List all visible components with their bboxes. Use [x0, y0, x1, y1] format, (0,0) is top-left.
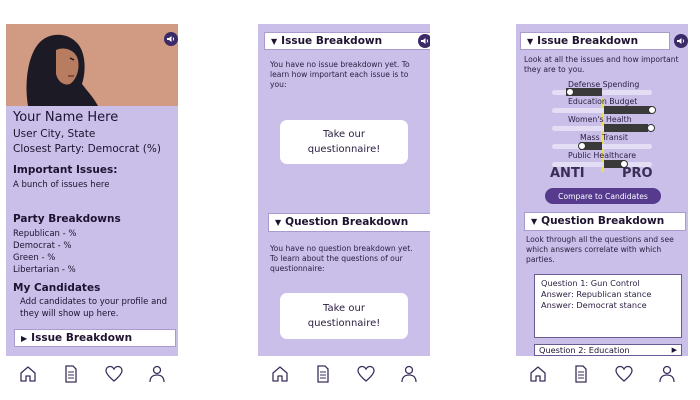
- speaker-icon[interactable]: [164, 32, 178, 46]
- take-questionnaire-button-2[interactable]: Take our questionnaire!: [280, 293, 408, 339]
- issue-breakdown-header[interactable]: ▼ Issue Breakdown: [520, 32, 670, 50]
- speaker-icon[interactable]: [418, 34, 430, 48]
- question-empty-text-2: To learn about the questions of our: [270, 254, 403, 263]
- questionnaire-line-1: Take our: [323, 303, 365, 314]
- issue-breakdown-label: Issue Breakdown: [537, 35, 639, 47]
- take-questionnaire-button[interactable]: Take our questionnaire!: [280, 120, 408, 164]
- closest-party: Closest Party: Democrat (%): [13, 143, 161, 155]
- avatar-illustration: [6, 24, 178, 106]
- question-intro-2: which answers correlate with which: [526, 245, 662, 254]
- issue-breakdown-title: ▼ Issue Breakdown: [271, 35, 382, 47]
- user-location: User City, State: [13, 128, 96, 140]
- issue-label-womens-health: Women's Health: [568, 115, 632, 124]
- bottom-nav: [258, 360, 430, 388]
- party-breakdowns-heading: Party Breakdowns: [13, 213, 121, 225]
- issue-intro-1: Look at all the issues and how important: [524, 55, 679, 64]
- issue-breakdown-title: ▼ Issue Breakdown: [527, 35, 638, 47]
- party-republican: Republican - %: [13, 229, 77, 239]
- home-icon[interactable]: [270, 364, 290, 384]
- important-issues-text: A bunch of issues here: [13, 180, 110, 190]
- question-1-answer-1: Answer: Republican stance: [541, 289, 652, 299]
- question-1-answer-2: Answer: Democrat stance: [541, 300, 647, 310]
- profile-screen: Your Name Here User City, State Closest …: [6, 24, 178, 356]
- my-candidates-text-2: they will show up here.: [20, 309, 119, 319]
- question-2-title: Question 2: Education: [539, 345, 630, 355]
- compare-to-candidates-button[interactable]: Compare to Candidates: [545, 188, 661, 204]
- user-icon[interactable]: [657, 364, 677, 384]
- questionnaire-line-2: questionnaire!: [307, 144, 381, 155]
- issue-intro-2: they are to you.: [524, 65, 585, 74]
- question-breakdown-title: ▼ Question Breakdown: [275, 216, 408, 228]
- issue-empty-text-2: learn how important each issue is to: [270, 70, 409, 79]
- user-name: Your Name Here: [13, 110, 119, 125]
- question-breakdown-title: ▼ Question Breakdown: [531, 215, 664, 227]
- issue-label-mass-transit: Mass Transit: [580, 133, 628, 142]
- profile-hero-image: [6, 24, 178, 106]
- speaker-icon[interactable]: [674, 34, 688, 48]
- issue-bar-education: [604, 106, 652, 114]
- issue-label-education: Education Budget: [568, 97, 638, 106]
- question-1-card[interactable]: Question 1: Gun Control Answer: Republic…: [534, 274, 682, 338]
- question-2-card[interactable]: Question 2: Education ▶: [534, 344, 682, 356]
- user-icon[interactable]: [147, 364, 167, 384]
- bottom-nav: [6, 360, 178, 388]
- issue-knob-defense[interactable]: [566, 88, 574, 96]
- questionnaire-line-1: Take our: [323, 129, 365, 140]
- party-libertarian: Libertarian - %: [13, 265, 76, 275]
- party-green: Green - %: [13, 253, 56, 263]
- user-icon[interactable]: [399, 364, 419, 384]
- issue-knob-education[interactable]: [648, 106, 656, 114]
- issue-empty-text-1: You have no issue breakdown yet. To: [270, 60, 410, 69]
- heart-icon[interactable]: [104, 364, 124, 384]
- issue-breakdown-title: ▶ Issue Breakdown: [21, 332, 132, 344]
- questionnaire-line-2: questionnaire!: [307, 318, 381, 329]
- issue-breakdown-label: Issue Breakdown: [31, 332, 133, 344]
- anti-label: ANTI: [550, 166, 585, 181]
- caret-down-icon: ▼: [531, 217, 538, 226]
- my-candidates-text-1: Add candidates to your profile and: [20, 297, 168, 307]
- issue-breakdown-toggle[interactable]: ▶ Issue Breakdown: [14, 329, 176, 347]
- question-1-title: Question 1: Gun Control: [541, 278, 640, 288]
- document-icon[interactable]: [61, 364, 81, 384]
- breakdown-empty-screen: ▼ Issue Breakdown You have no issue break…: [258, 24, 430, 356]
- issue-knob-womens-health[interactable]: [647, 124, 655, 132]
- question-empty-text-3: questionnaire:: [270, 264, 325, 273]
- bottom-nav: [516, 360, 688, 388]
- question-intro-3: parties.: [526, 255, 555, 264]
- caret-down-icon: ▼: [527, 37, 534, 46]
- issue-breakdown-label: Issue Breakdown: [281, 35, 383, 47]
- heart-icon[interactable]: [614, 364, 634, 384]
- question-breakdown-label: Question Breakdown: [285, 216, 409, 228]
- heart-icon[interactable]: [356, 364, 376, 384]
- issue-bar-womens-health: [604, 124, 648, 132]
- party-democrat: Democrat - %: [13, 241, 72, 251]
- issue-empty-text-3: you:: [270, 80, 287, 89]
- pro-label: PRO: [622, 166, 653, 181]
- caret-right-icon: ▶: [671, 346, 677, 354]
- issue-knob-mass-transit[interactable]: [578, 142, 586, 150]
- issue-track-mass-transit: [552, 144, 652, 149]
- document-icon[interactable]: [313, 364, 333, 384]
- issue-breakdown-header[interactable]: ▼ Issue Breakdown: [264, 32, 430, 50]
- caret-down-icon: ▼: [271, 37, 278, 46]
- question-intro-1: Look through all the questions and see: [526, 235, 674, 244]
- question-breakdown-label: Question Breakdown: [541, 215, 665, 227]
- question-empty-text-1: You have no question breakdown yet.: [270, 244, 413, 253]
- issue-label-public-healthcare: Public Healthcare: [568, 151, 637, 160]
- question-breakdown-header[interactable]: ▼ Question Breakdown: [268, 213, 430, 232]
- document-icon[interactable]: [571, 364, 591, 384]
- question-breakdown-header[interactable]: ▼ Question Breakdown: [524, 212, 686, 231]
- breakdown-filled-screen: ▼ Issue Breakdown Look at all the issues …: [516, 24, 688, 356]
- caret-right-icon: ▶: [21, 334, 28, 343]
- my-candidates-heading: My Candidates: [13, 282, 101, 294]
- home-icon[interactable]: [528, 364, 548, 384]
- caret-down-icon: ▼: [275, 218, 282, 227]
- important-issues-heading: Important Issues:: [13, 164, 118, 176]
- home-icon[interactable]: [18, 364, 38, 384]
